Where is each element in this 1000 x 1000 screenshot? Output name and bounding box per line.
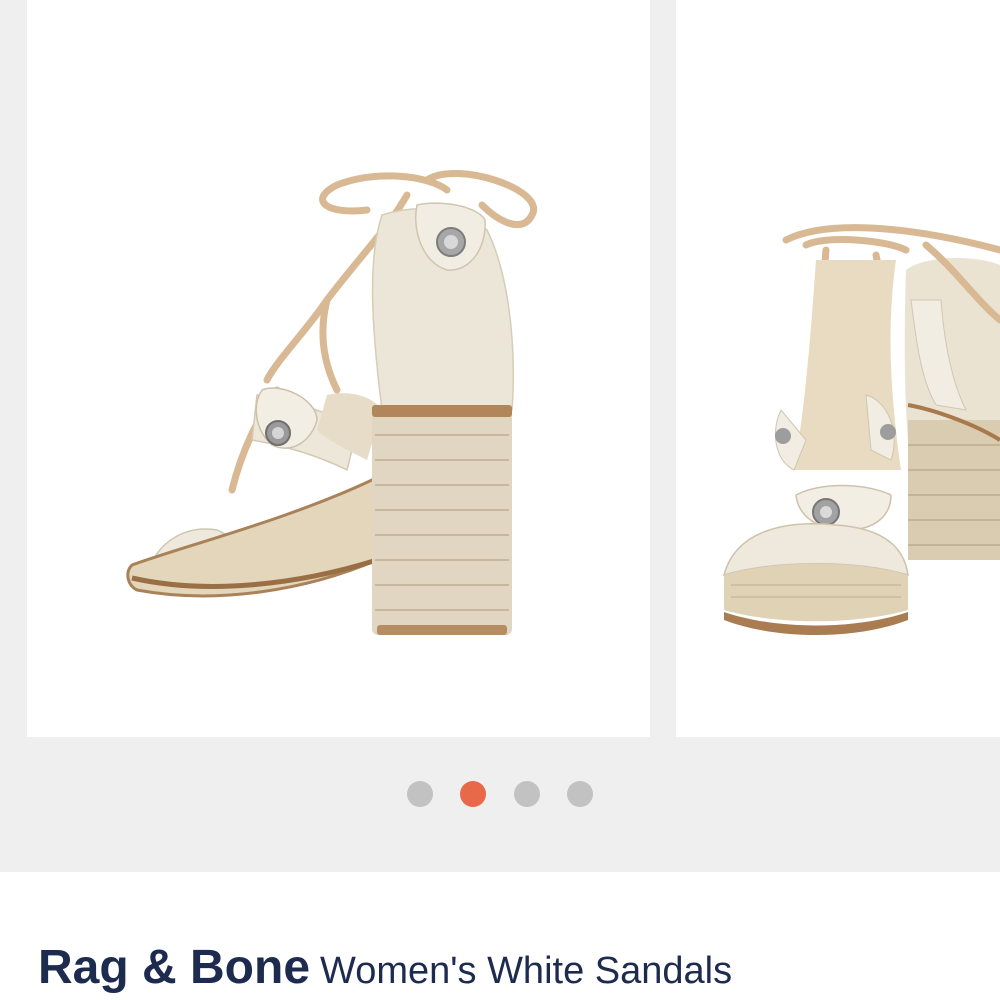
product-image-1[interactable] (27, 0, 650, 737)
sandal-pair-front-view-image (722, 224, 1000, 635)
product-title: Rag & Bone Women's White Sandals (38, 944, 732, 992)
brand-name[interactable]: Rag & Bone (38, 941, 310, 994)
product-image-carousel[interactable] (0, 0, 1000, 872)
product-image-2[interactable] (676, 0, 1000, 737)
carousel-dot-1[interactable] (407, 781, 433, 807)
sandal-back-view-image (126, 169, 538, 635)
carousel-dot-3[interactable] (514, 781, 540, 807)
carousel-dot-2-active[interactable] (460, 781, 486, 807)
product-name: Women's White Sandals (320, 950, 733, 992)
carousel-dot-4[interactable] (567, 781, 593, 807)
